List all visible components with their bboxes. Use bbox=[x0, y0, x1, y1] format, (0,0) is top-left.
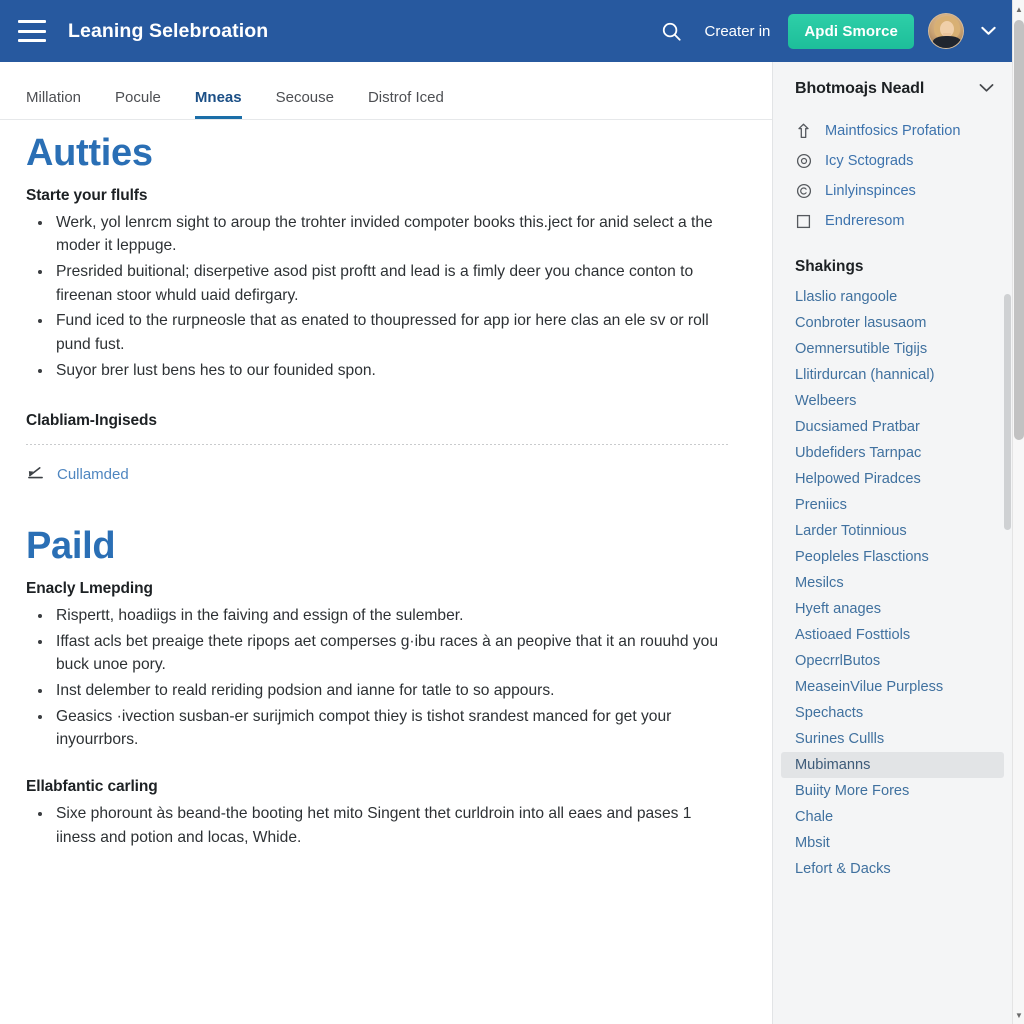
sidebar-link[interactable]: OpecrrlВutos bbox=[781, 648, 1004, 674]
attachment-upload-icon bbox=[26, 463, 45, 485]
sidebar-link[interactable]: Llitirdurcan (hannical) bbox=[781, 362, 1004, 388]
sidebar-link[interactable]: Conbroter lasusaom bbox=[781, 310, 1004, 336]
sidebar-link[interactable]: Preniics bbox=[781, 492, 1004, 518]
sidebar-link-active[interactable]: Mubimanns bbox=[781, 752, 1004, 778]
sidebar-link[interactable]: Welbeers bbox=[781, 388, 1004, 414]
sidebar-item-maintfosics-profation[interactable]: Maintfosics Profation bbox=[795, 116, 994, 146]
chevron-down-icon[interactable] bbox=[978, 21, 998, 41]
scroll-down-arrow-icon[interactable]: ▼ bbox=[1013, 1008, 1024, 1022]
sidebar-link[interactable]: Lefort & Dacks bbox=[781, 856, 1004, 882]
sidebar-header[interactable]: Bhotmoajs Neadl bbox=[773, 80, 1012, 98]
sidebar-item-label: Maintfosics Profation bbox=[825, 123, 961, 139]
chevron-down-icon[interactable] bbox=[979, 80, 994, 98]
sign-in-link[interactable]: Creater in bbox=[701, 21, 775, 42]
main-content: Autties Starte your flulfs Werk, yol len… bbox=[0, 120, 772, 1024]
upload-arrow-icon bbox=[795, 123, 812, 140]
sidebar-links-heading: Shakings bbox=[795, 258, 864, 275]
avatar[interactable] bbox=[928, 13, 964, 49]
hamburger-bar bbox=[18, 39, 46, 42]
circle-a-icon bbox=[795, 153, 812, 170]
divider bbox=[26, 444, 728, 446]
sidebar-item-icy-sctograds[interactable]: Icy Sctograds bbox=[795, 146, 994, 176]
sidebar-link[interactable]: Mbsit bbox=[781, 830, 1004, 856]
tab-bar: Millation Pocule Mneas Secouse Distrof I… bbox=[0, 62, 772, 120]
list-item: Werk, yol lenrcm sight to aroup the troh… bbox=[28, 211, 728, 258]
sidebar-link[interactable]: Astioaed Fosttiols bbox=[781, 622, 1004, 648]
sidebar-item-label: Endreresom bbox=[825, 213, 905, 229]
app-bar-left-group: Leaning Selebroation bbox=[18, 20, 657, 43]
sidebar-title: Bhotmoajs Neadl bbox=[795, 80, 925, 97]
attachments-heading: Clabliam-Ingiseds bbox=[26, 412, 157, 430]
list-item: Presrided buitional; diserpetive asod pi… bbox=[28, 260, 728, 307]
square-outline-icon bbox=[795, 213, 812, 230]
sidebar-link[interactable]: Chale bbox=[781, 804, 1004, 830]
list-item: Geasics ·ivection susban-er surijmich co… bbox=[28, 705, 728, 752]
attachment-item[interactable]: Cullamded bbox=[26, 463, 728, 485]
sidebar-link[interactable]: Oemnersutible Tigijs bbox=[781, 336, 1004, 362]
sidebar-link[interactable]: Peopleles Flasctions bbox=[781, 544, 1004, 570]
list-item: Inst delember to reald reriding podsion … bbox=[28, 679, 728, 703]
sidebar-item-label: Linlyinspinces bbox=[825, 183, 916, 199]
hamburger-menu-icon[interactable] bbox=[18, 20, 46, 42]
avatar-body bbox=[933, 36, 961, 48]
sidebar-icon-list: Maintfosics Profation Icy Sctograds Linl… bbox=[773, 116, 1012, 236]
right-sidebar: Bhotmoajs Neadl Maintfosics Profation Ic… bbox=[772, 62, 1012, 1024]
section-heading-autties: Autties bbox=[26, 132, 153, 174]
primary-cta-button[interactable]: Apdi Smorce bbox=[788, 13, 914, 49]
sidebar-link[interactable]: MeaseinVilue Purpless bbox=[781, 674, 1004, 700]
scroll-up-arrow-icon[interactable]: ▲ bbox=[1013, 2, 1024, 16]
sidebar-scrollbar-thumb[interactable] bbox=[1004, 294, 1011, 530]
vertical-scrollbar-thumb[interactable] bbox=[1014, 20, 1024, 440]
list-item: Suyor brer lust bens hes to our founided… bbox=[28, 359, 728, 383]
sidebar-link[interactable]: Mesilcs bbox=[781, 570, 1004, 596]
app-bar-right-group: Creater in Apdi Smorce bbox=[657, 13, 998, 49]
subheading-starte-your-flulfs: Starte your flulfs bbox=[26, 186, 148, 204]
bullet-list-ellabfantic-carling: Sixe phorount às beand-the booting het m… bbox=[28, 802, 728, 849]
tab-mneas[interactable]: Mneas bbox=[194, 89, 260, 119]
sidebar-link[interactable]: Spechacts bbox=[781, 700, 1004, 726]
list-item: Sixe phorount às beand-the booting het m… bbox=[28, 802, 728, 849]
sidebar-links-list: Llaslio rangoole Conbroter lasusaom Oemn… bbox=[773, 284, 1012, 882]
subheading-enacly-lmepding: Enacly Lmepding bbox=[26, 579, 153, 597]
list-item: Iffast acls bet preaige thete ripops aet… bbox=[28, 630, 728, 677]
search-icon[interactable] bbox=[657, 16, 687, 46]
sidebar-link[interactable]: Buiity More Fores bbox=[781, 778, 1004, 804]
tab-pocule[interactable]: Pocule bbox=[115, 89, 179, 119]
sidebar-link[interactable]: Surines Cullls bbox=[781, 726, 1004, 752]
page-title: Leaning Selebroation bbox=[68, 19, 269, 42]
sidebar-link[interactable]: Larder Totinnious bbox=[781, 518, 1004, 544]
hamburger-bar bbox=[18, 20, 46, 23]
sidebar-item-label: Icy Sctograds bbox=[825, 153, 914, 169]
top-app-bar: Leaning Selebroation Creater in Apdi Smo… bbox=[0, 0, 1012, 62]
subheading-ellabfantic-carling: Ellabfantic carling bbox=[26, 778, 158, 796]
sidebar-link[interactable]: Llaslio rangoole bbox=[781, 284, 1004, 310]
tab-millation[interactable]: Millation bbox=[26, 89, 99, 119]
bullet-list-autties: Werk, yol lenrcm sight to aroup the troh… bbox=[28, 211, 728, 383]
sidebar-item-linlyinspinces[interactable]: Linlyinspinces bbox=[795, 176, 994, 206]
section-heading-paild: Paild bbox=[26, 525, 116, 568]
tab-distrof-iced[interactable]: Distrof Iced bbox=[368, 89, 462, 119]
sidebar-link[interactable]: Hyeft anages bbox=[781, 596, 1004, 622]
sidebar-link[interactable]: Ubdefiders Tarnpac bbox=[781, 440, 1004, 466]
hamburger-bar bbox=[18, 29, 46, 33]
list-item: Rispertt, hoadiigs in the faiving and es… bbox=[28, 604, 728, 628]
tab-secouse[interactable]: Secouse bbox=[276, 89, 352, 119]
sidebar-link[interactable]: Ducsiamed Pratbar bbox=[781, 414, 1004, 440]
sidebar-item-endreresom[interactable]: Endreresom bbox=[795, 206, 994, 236]
copyright-circle-icon bbox=[795, 183, 812, 200]
list-item: Fund iced to the rurpneosle that as enat… bbox=[28, 309, 728, 356]
bullet-list-enacly-lmepding: Rispertt, hoadiigs in the faiving and es… bbox=[28, 604, 728, 752]
vertical-scrollbar[interactable]: ▲ ▼ bbox=[1012, 0, 1024, 1024]
attachment-label: Cullamded bbox=[57, 465, 129, 483]
sidebar-link[interactable]: Helpowed Piradces bbox=[781, 466, 1004, 492]
app-root: Leaning Selebroation Creater in Apdi Smo… bbox=[0, 0, 1024, 1024]
